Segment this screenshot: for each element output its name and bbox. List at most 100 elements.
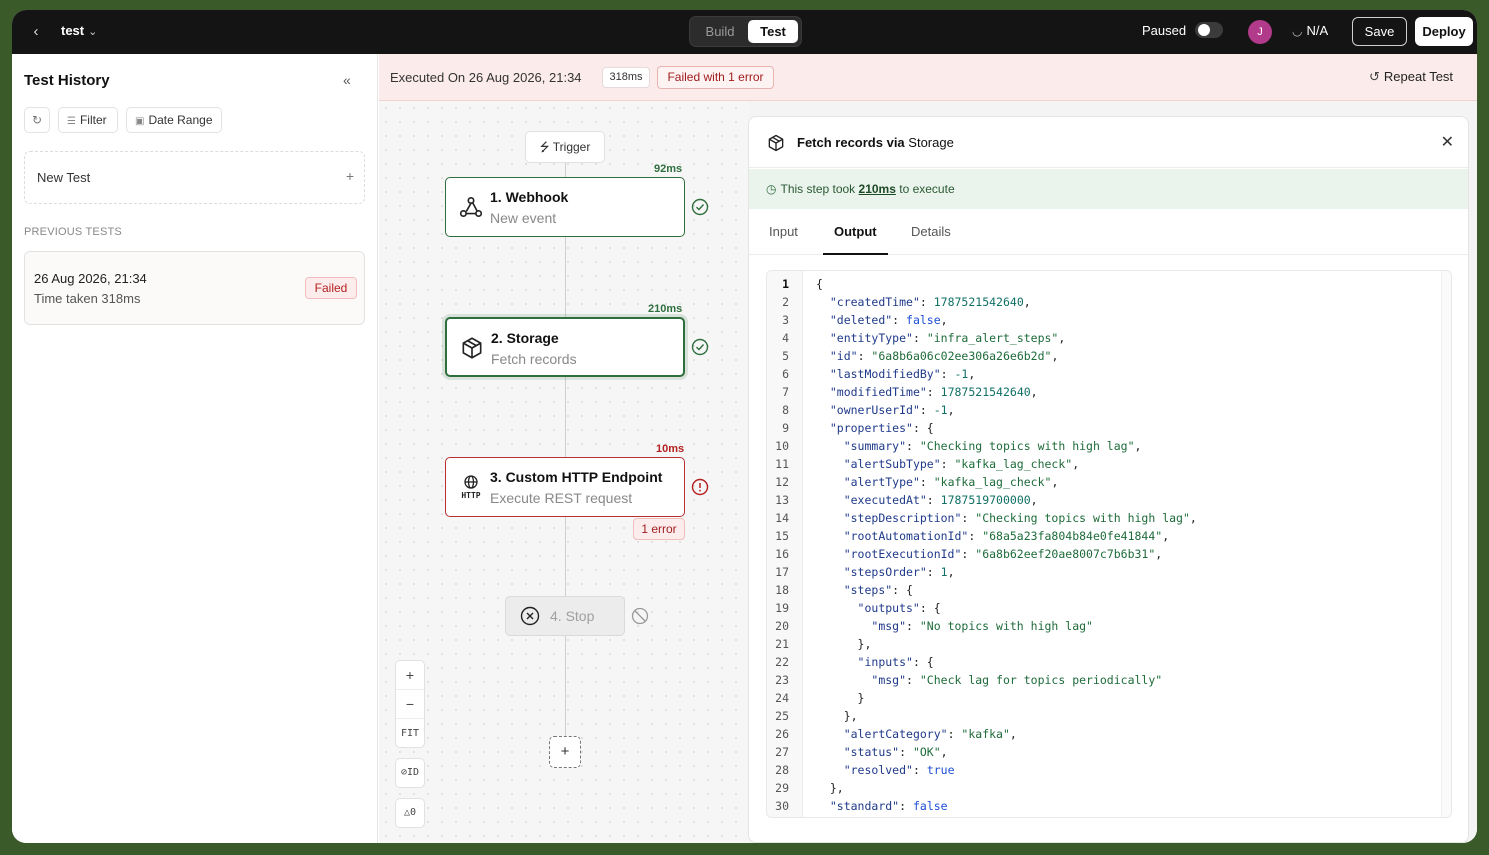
- zoom-out-button[interactable]: −: [396, 690, 424, 719]
- line-number: 7: [782, 385, 789, 399]
- line-number: 21: [775, 637, 789, 651]
- trigger-button[interactable]: ⭍ Trigger: [525, 131, 605, 163]
- code-line: {: [816, 277, 823, 291]
- took-prefix: This step took: [780, 182, 859, 196]
- step-time: 10ms: [656, 443, 685, 455]
- paused-toggle[interactable]: [1195, 22, 1223, 38]
- test-tab[interactable]: Test: [748, 20, 798, 43]
- health-indicator[interactable]: ◡ N/A: [1292, 23, 1328, 38]
- code-line: "msg": "Check lag for topics periodicall…: [871, 673, 1163, 687]
- collapse-sidebar-icon[interactable]: «: [343, 72, 351, 88]
- tab-input[interactable]: Input: [769, 224, 798, 239]
- line-number: 1: [782, 277, 789, 291]
- paused-label: Paused: [1142, 23, 1187, 38]
- code-line: "rootAutomationId": "68a5a23fa804b84e0fe…: [843, 529, 1170, 543]
- main-area: Executed On 26 Aug 2026, 21:34 318ms Fai…: [379, 54, 1477, 843]
- code-line: "stepDescription": "Checking topics with…: [843, 511, 1197, 525]
- node-title: 2. Storage: [491, 330, 559, 346]
- panel-tabs: Input Output Details: [749, 209, 1468, 255]
- code-line: },: [857, 637, 872, 651]
- execution-time-notice: ◷ This step took 210ms to execute: [749, 169, 1468, 209]
- connector: [565, 237, 566, 317]
- code-line: "properties": {: [829, 421, 934, 435]
- clock-icon: ◷: [766, 182, 777, 196]
- trigger-label: Trigger: [552, 140, 591, 154]
- line-number: 15: [775, 529, 789, 543]
- code-line: "outputs": {: [857, 601, 941, 615]
- close-icon[interactable]: ✕: [1441, 132, 1454, 152]
- execution-banner: Executed On 26 Aug 2026, 21:34 318ms Fai…: [379, 54, 1477, 101]
- chevron-down-icon: ⌄: [88, 26, 98, 38]
- repeat-icon: ↺: [1369, 69, 1380, 84]
- check-circle-icon: [691, 198, 709, 216]
- top-bar: ‹ test ⌄ Build Test Paused J ◡ N/A Save De…: [12, 10, 1477, 54]
- line-number: 11: [775, 457, 789, 471]
- status-badge: Failed: [305, 277, 357, 299]
- line-number: 29: [775, 781, 789, 795]
- filter-button[interactable]: ☰ Filter: [58, 107, 118, 133]
- code-line: "resolved": true: [843, 763, 955, 777]
- date-range-button[interactable]: ▣ Date Range: [126, 107, 222, 133]
- code-line: },: [829, 781, 844, 795]
- line-number: 22: [775, 655, 789, 669]
- zoom-in-button[interactable]: +: [396, 661, 424, 690]
- step-time: 92ms: [654, 163, 683, 175]
- line-number-gutter: 1 2 3 4 5 6 7 8 9 10 11 12 13 14 15 16 17 18 19 20 21 22 23 24 2…: [767, 271, 803, 817]
- step-time: 210ms: [648, 303, 683, 315]
- workflow-node-stop[interactable]: 4. Stop: [505, 596, 625, 636]
- health-value: N/A: [1306, 23, 1329, 38]
- error-count-badge[interactable]: 1 error: [633, 518, 685, 540]
- tab-details[interactable]: Details: [911, 224, 951, 239]
- refresh-icon[interactable]: ↻: [24, 107, 50, 133]
- workflow-canvas[interactable]: ⭍ Trigger 92ms 1. Webhook New event 210m…: [379, 101, 749, 843]
- code-line: "steps": {: [843, 583, 913, 597]
- warnings-button[interactable]: △0: [395, 798, 425, 828]
- line-number: 28: [775, 763, 789, 777]
- code-line: "status": "OK",: [843, 745, 948, 759]
- line-number: 25: [775, 709, 789, 723]
- previous-tests-heading: PREVIOUS TESTS: [24, 226, 122, 238]
- tab-output[interactable]: Output: [834, 224, 877, 239]
- code-line: "executedAt": 1787519700000,: [843, 493, 1038, 507]
- line-number: 19: [775, 601, 789, 615]
- fit-view-button[interactable]: FIT: [396, 719, 424, 748]
- webhook-icon: [459, 196, 483, 218]
- deploy-button[interactable]: Deploy: [1415, 17, 1473, 46]
- line-number: 8: [782, 403, 789, 417]
- save-button[interactable]: Save: [1352, 17, 1407, 46]
- code-line: "ownerUserId": -1,: [829, 403, 955, 417]
- box-icon: [462, 337, 482, 359]
- code-line: "lastModifiedBy": -1,: [829, 367, 976, 381]
- active-tab-indicator: [823, 253, 888, 255]
- connector: [565, 636, 566, 736]
- test-history-item[interactable]: 26 Aug 2026, 21:34 Time taken 318ms Fail…: [24, 251, 365, 325]
- repeat-test-button[interactable]: ↺ Repeat Test: [1369, 69, 1453, 85]
- json-output-viewer[interactable]: 1 2 3 4 5 6 7 8 9 10 11 12 13 14 15 16 17 18 19 20 21 22 23 24 2…: [766, 270, 1452, 818]
- new-test-button[interactable]: New Test +: [24, 151, 365, 204]
- toggle-knob: [1198, 24, 1210, 36]
- line-number: 24: [775, 691, 789, 705]
- code-line: "summary": "Checking topics with high la…: [843, 439, 1142, 453]
- connector: [565, 517, 566, 596]
- duration-badge: 318ms: [602, 67, 650, 88]
- toggle-ids-button[interactable]: ⊘ID: [395, 758, 425, 788]
- line-number: 5: [782, 349, 789, 363]
- code-line: "deleted": false,: [829, 313, 948, 327]
- line-number: 10: [775, 439, 789, 453]
- project-selector[interactable]: test ⌄: [61, 23, 97, 38]
- error-summary-badge[interactable]: Failed with 1 error: [657, 66, 774, 89]
- add-step-button[interactable]: +: [549, 736, 581, 768]
- workflow-node-webhook[interactable]: 1. Webhook New event: [445, 177, 685, 237]
- scrollbar[interactable]: [1441, 271, 1451, 817]
- build-tab[interactable]: Build: [694, 20, 746, 43]
- line-number: 18: [775, 583, 789, 597]
- line-number: 23: [775, 673, 789, 687]
- avatar[interactable]: J: [1248, 20, 1272, 44]
- box-icon: [768, 134, 784, 152]
- back-arrow-icon[interactable]: ‹: [26, 22, 46, 42]
- node-subtitle: Fetch records: [491, 351, 577, 367]
- line-number: 14: [775, 511, 789, 525]
- workflow-node-http-endpoint[interactable]: HTTP 3. Custom HTTP Endpoint Execute RES…: [445, 457, 685, 517]
- workflow-node-storage[interactable]: 2. Storage Fetch records: [445, 317, 685, 377]
- stop-circle-icon: [520, 606, 540, 626]
